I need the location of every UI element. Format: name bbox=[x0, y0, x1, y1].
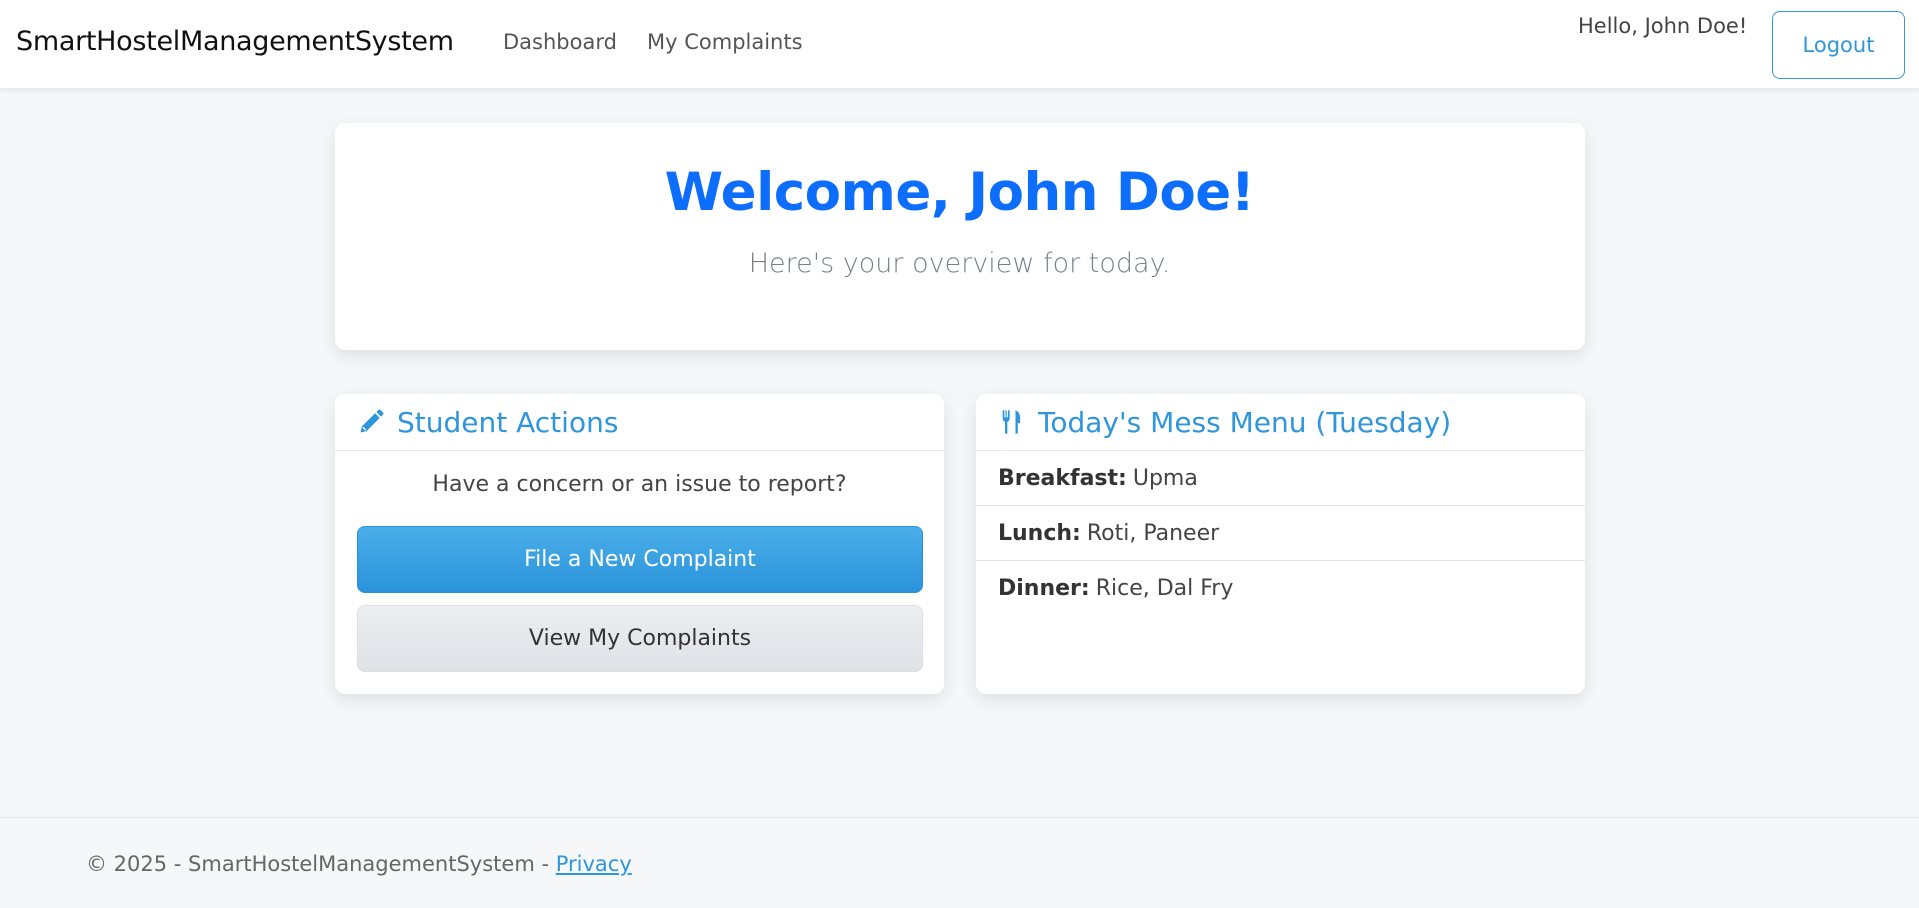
privacy-link[interactable]: Privacy bbox=[556, 852, 632, 876]
menu-meal-label: Breakfast: bbox=[998, 465, 1127, 491]
nav-link-my-complaints[interactable]: My Complaints bbox=[647, 30, 803, 54]
menu-item-dinner: Dinner: Rice, Dal Fry bbox=[976, 561, 1585, 616]
menu-meal-label: Lunch: bbox=[998, 520, 1081, 546]
footer-copyright: © 2025 - SmartHostelManagementSystem - P… bbox=[86, 852, 632, 876]
footer: © 2025 - SmartHostelManagementSystem - P… bbox=[0, 817, 1919, 908]
menu-dish: Roti, Paneer bbox=[1086, 520, 1220, 546]
concern-prompt: Have a concern or an issue to report? bbox=[432, 472, 847, 497]
view-complaints-button[interactable]: View My Complaints bbox=[357, 605, 923, 672]
file-complaint-button[interactable]: File a New Complaint bbox=[357, 526, 923, 593]
mess-menu-header: Today's Mess Menu (Tuesday) bbox=[976, 394, 1585, 451]
menu-item-lunch: Lunch: Roti, Paneer bbox=[976, 506, 1585, 561]
logout-button[interactable]: Logout bbox=[1772, 11, 1905, 79]
brand-name[interactable]: SmartHostelManagementSystem bbox=[16, 26, 454, 57]
student-actions-title: Student Actions bbox=[397, 405, 619, 439]
mess-menu-title: Today's Mess Menu (Tuesday) bbox=[1038, 405, 1452, 439]
menu-meal-label: Dinner: bbox=[998, 576, 1090, 601]
welcome-subtitle: Here's your overview for today. bbox=[748, 248, 1171, 279]
student-actions-header: Student Actions bbox=[335, 394, 944, 451]
menu-item-breakfast: Breakfast: Upma bbox=[976, 451, 1585, 506]
welcome-card bbox=[335, 123, 1585, 350]
mess-menu-card: Today's Mess Menu (Tuesday) Breakfast: U… bbox=[976, 394, 1585, 694]
utensils-icon bbox=[998, 408, 1026, 436]
menu-dish: Upma bbox=[1132, 465, 1198, 491]
menu-dish: Rice, Dal Fry bbox=[1095, 576, 1234, 601]
footer-copyright-text: © 2025 - SmartHostelManagementSystem - bbox=[86, 852, 550, 876]
nav-link-dashboard[interactable]: Dashboard bbox=[503, 30, 617, 54]
student-actions-card: Student Actions Have a concern or an iss… bbox=[335, 394, 944, 694]
welcome-title: Welcome, John Doe! bbox=[664, 162, 1255, 223]
user-greeting: Hello, John Doe! bbox=[1578, 14, 1748, 38]
navbar: SmartHostelManagementSystem Dashboard My… bbox=[0, 0, 1919, 89]
pencil-icon bbox=[357, 408, 385, 436]
